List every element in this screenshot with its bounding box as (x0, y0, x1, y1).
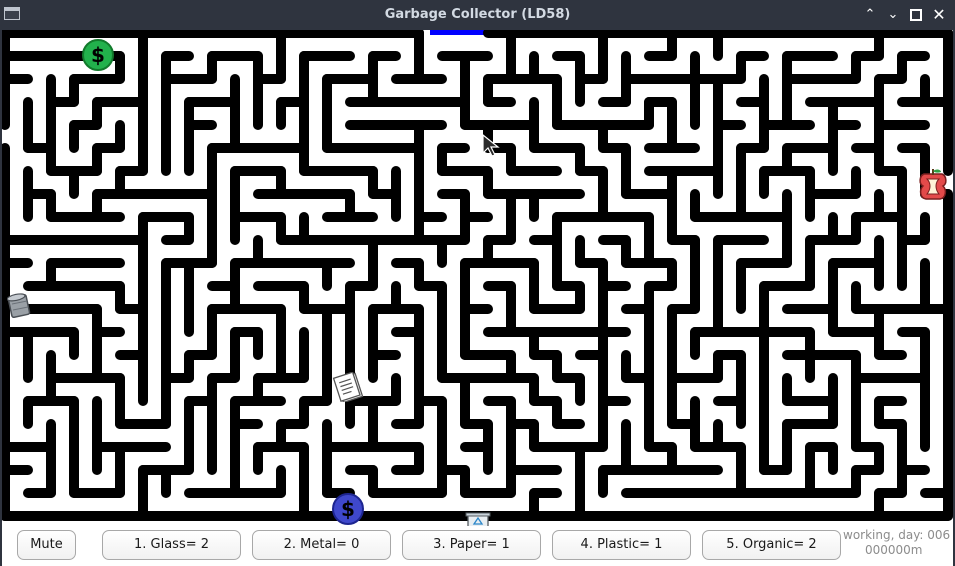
plastic-counter-button[interactable]: 4. Plastic= 1 (552, 530, 691, 560)
chevron-up-icon[interactable]: ⌃ (861, 6, 879, 24)
mouse-cursor-icon (482, 134, 500, 157)
glass-counter-button[interactable]: 1. Glass= 2 (102, 530, 241, 560)
window-titlebar: Garbage Collector (LD58) ⌃ ⌄ ✕ (0, 0, 955, 30)
maximize-icon[interactable] (907, 6, 925, 24)
status-text: working, day: 006 000000m (843, 528, 953, 558)
maze (2, 30, 953, 526)
metal-counter-button[interactable]: 2. Metal= 0 (252, 530, 391, 560)
tin-can-icon (7, 293, 31, 319)
mute-button[interactable]: Mute (17, 530, 76, 560)
window-title: Garbage Collector (LD58) (384, 7, 571, 22)
status-distance: 000000m (865, 543, 923, 557)
coin-blue-icon: $ (332, 493, 364, 525)
svg-text:$: $ (91, 43, 105, 67)
organic-counter-button[interactable]: 5. Organic= 2 (702, 530, 841, 560)
close-icon[interactable]: ✕ (930, 6, 948, 24)
paper-counter-button[interactable]: 3. Paper= 1 (402, 530, 541, 560)
status-day: working, day: 006 (843, 528, 951, 542)
apple-core-icon (919, 169, 947, 200)
hud-bar: Mute 1. Glass= 2 2. Metal= 0 3. Paper= 1… (2, 526, 953, 566)
paper-stack-icon (332, 372, 364, 402)
maze-exit (430, 30, 492, 35)
game-area[interactable]: $ $ Mute 1. Glass= 2 2. Metal= 0 3. Pape… (2, 30, 953, 566)
chevron-down-icon[interactable]: ⌄ (884, 6, 902, 24)
coin-green-icon: $ (82, 39, 114, 71)
svg-text:$: $ (341, 497, 355, 521)
